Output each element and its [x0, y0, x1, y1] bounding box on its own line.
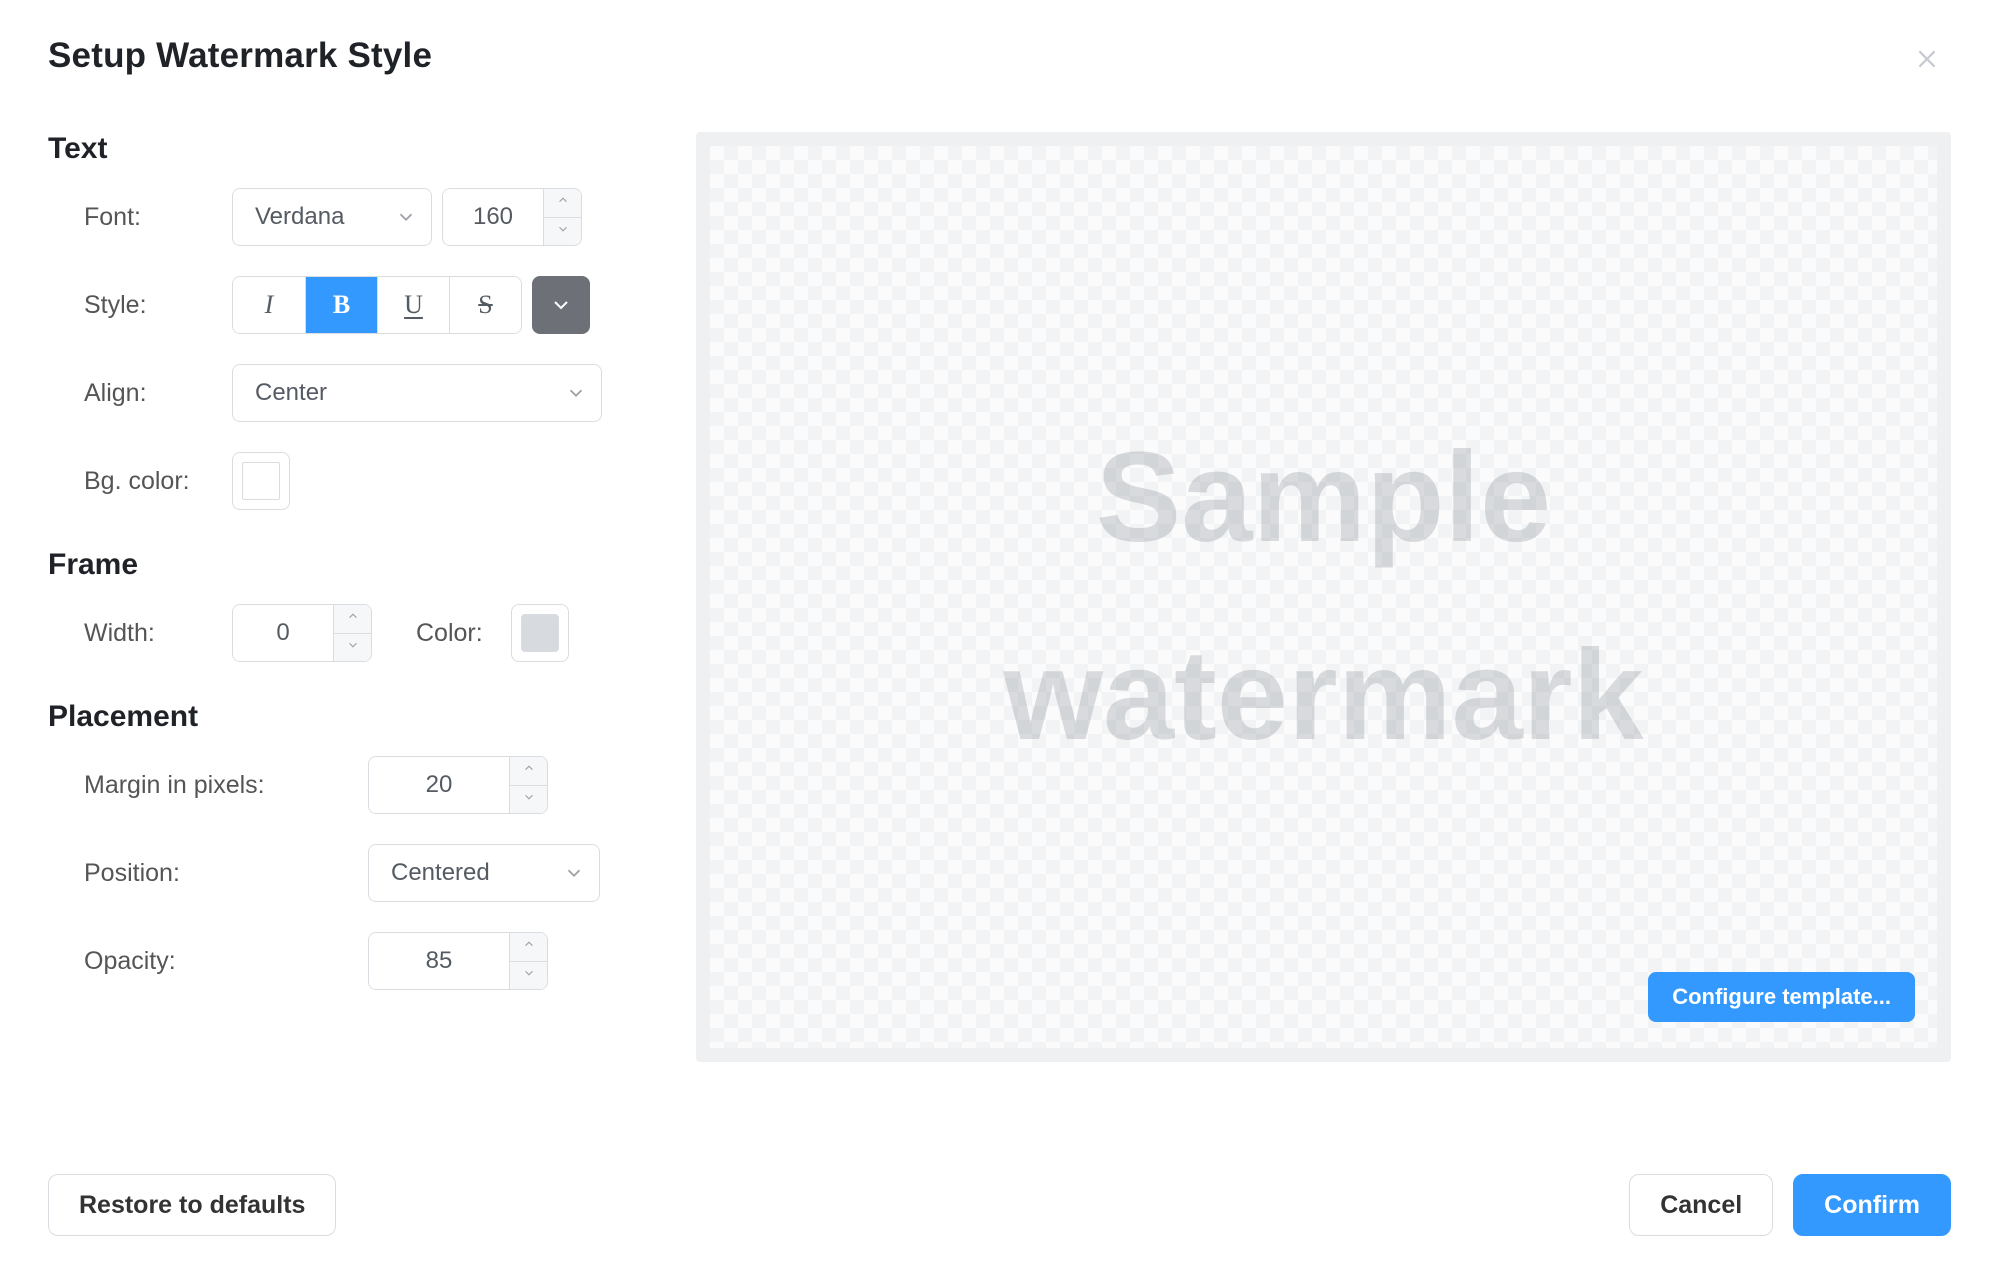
chevron-down-icon	[522, 966, 536, 985]
opacity-stepper[interactable]	[368, 932, 548, 990]
font-label: Font:	[48, 203, 232, 232]
bgcolor-swatch	[242, 462, 280, 500]
chevron-up-icon	[556, 193, 570, 212]
align-select-value: Center	[255, 379, 327, 407]
chevron-down-icon	[549, 293, 573, 317]
row-font: Font: Verdana	[48, 188, 640, 246]
text-style-segmented: I B U S	[232, 276, 522, 334]
section-text: Text Font: Verdana	[48, 132, 640, 510]
frame-width-input[interactable]	[233, 605, 333, 661]
align-label: Align:	[48, 379, 232, 408]
section-frame-title: Frame	[48, 548, 640, 582]
font-size-stepper[interactable]	[442, 188, 582, 246]
position-label: Position:	[48, 859, 368, 888]
close-icon	[1914, 46, 1940, 75]
margin-down[interactable]	[510, 785, 547, 814]
frame-width-stepper[interactable]	[232, 604, 372, 662]
section-frame: Frame Width:	[48, 548, 640, 662]
chevron-down-icon	[556, 222, 570, 241]
chevron-down-icon	[565, 382, 587, 404]
cancel-button[interactable]: Cancel	[1629, 1174, 1773, 1236]
margin-stepper[interactable]	[368, 756, 548, 814]
style-bold-button[interactable]: B	[305, 277, 377, 333]
font-size-input[interactable]	[443, 189, 543, 245]
style-italic-button[interactable]: I	[233, 277, 305, 333]
section-placement: Placement Margin in pixels:	[48, 700, 640, 990]
row-style: Style: I B U S	[48, 276, 640, 334]
margin-up[interactable]	[510, 757, 547, 785]
position-select[interactable]: Centered	[368, 844, 600, 902]
frame-color-button[interactable]	[511, 604, 569, 662]
dialog-footer: Restore to defaults Cancel Confirm	[48, 1174, 1951, 1236]
font-size-down[interactable]	[544, 217, 581, 246]
opacity-input[interactable]	[369, 933, 509, 989]
chevron-down-icon	[346, 638, 360, 657]
configure-template-button[interactable]: Configure template...	[1648, 972, 1915, 1022]
chevron-down-icon	[522, 790, 536, 809]
dialog-title: Setup Watermark Style	[48, 36, 1951, 76]
section-placement-title: Placement	[48, 700, 640, 734]
row-bgcolor: Bg. color:	[48, 452, 640, 510]
section-text-title: Text	[48, 132, 640, 166]
opacity-label: Opacity:	[48, 947, 368, 976]
frame-width-label: Width:	[48, 619, 232, 648]
position-select-value: Centered	[391, 859, 490, 887]
chevron-up-icon	[346, 609, 360, 628]
row-align: Align: Center	[48, 364, 640, 422]
text-color-button[interactable]	[532, 276, 590, 334]
style-label: Style:	[48, 291, 232, 320]
watermark-sample-text: Sample watermark	[1003, 399, 1643, 796]
margin-label: Margin in pixels:	[48, 771, 368, 800]
settings-panel: Text Font: Verdana	[48, 132, 640, 990]
dialog-content: Text Font: Verdana	[48, 132, 1951, 1062]
font-size-up[interactable]	[544, 189, 581, 217]
row-margin: Margin in pixels:	[48, 756, 640, 814]
chevron-up-icon	[522, 761, 536, 780]
font-select[interactable]: Verdana	[232, 188, 432, 246]
preview-pane: Sample watermark Configure template...	[696, 132, 1951, 1062]
restore-defaults-button[interactable]: Restore to defaults	[48, 1174, 336, 1236]
frame-color-swatch	[521, 614, 559, 652]
confirm-button[interactable]: Confirm	[1793, 1174, 1951, 1236]
margin-input[interactable]	[369, 757, 509, 813]
row-position: Position: Centered	[48, 844, 640, 902]
bgcolor-label: Bg. color:	[48, 467, 232, 496]
frame-width-up[interactable]	[334, 605, 371, 633]
opacity-up[interactable]	[510, 933, 547, 961]
chevron-up-icon	[522, 937, 536, 956]
font-select-value: Verdana	[255, 203, 344, 231]
row-opacity: Opacity:	[48, 932, 640, 990]
style-strike-button[interactable]: S	[449, 277, 521, 333]
align-select[interactable]: Center	[232, 364, 602, 422]
frame-color-label: Color:	[416, 619, 483, 648]
close-button[interactable]	[1911, 44, 1943, 76]
chevron-down-icon	[395, 206, 417, 228]
opacity-down[interactable]	[510, 961, 547, 990]
style-underline-button[interactable]: U	[377, 277, 449, 333]
frame-width-down[interactable]	[334, 633, 371, 662]
watermark-style-dialog: Setup Watermark Style Text Font: Verdana	[0, 0, 1999, 1280]
bgcolor-button[interactable]	[232, 452, 290, 510]
row-frame-width: Width:	[48, 604, 640, 662]
chevron-down-icon	[563, 862, 585, 884]
